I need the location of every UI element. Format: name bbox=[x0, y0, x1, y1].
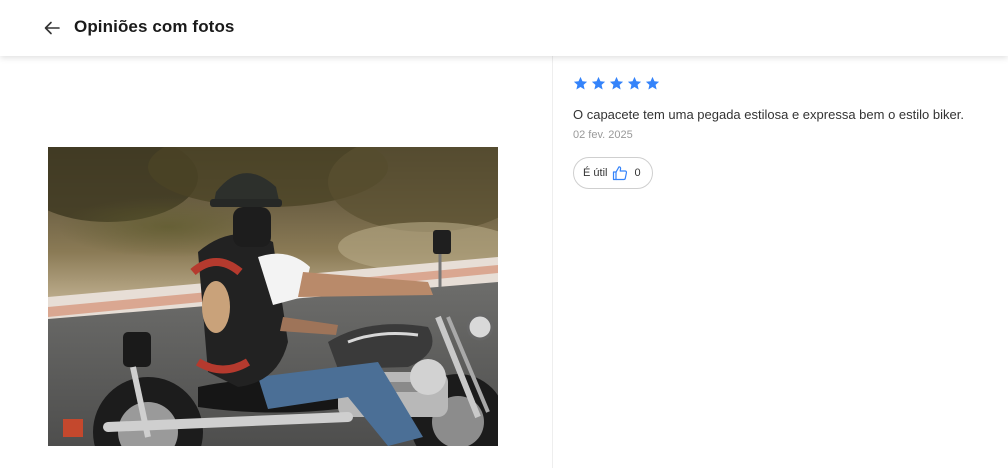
useful-label: É útil bbox=[583, 167, 608, 179]
biker-photo-illustration bbox=[48, 147, 498, 446]
top-bar: Opiniões com fotos bbox=[0, 0, 1008, 56]
useful-button[interactable]: É útil 0 bbox=[573, 157, 653, 189]
star-icon bbox=[609, 76, 624, 90]
star-icon bbox=[573, 76, 588, 90]
star-icon bbox=[627, 76, 642, 90]
thumbs-up-icon bbox=[613, 166, 628, 181]
back-button[interactable] bbox=[40, 16, 64, 40]
review-photo[interactable] bbox=[48, 147, 498, 446]
rating-stars bbox=[573, 76, 660, 91]
pane-divider bbox=[552, 56, 553, 468]
arrow-left-icon bbox=[44, 21, 60, 35]
star-icon bbox=[591, 76, 606, 90]
photo-viewer bbox=[0, 56, 552, 468]
useful-count: 0 bbox=[634, 167, 641, 179]
star-icon bbox=[645, 76, 660, 90]
review-date: 02 fev. 2025 bbox=[573, 129, 633, 141]
review-text: O capacete tem uma pegada estilosa e exp… bbox=[573, 107, 964, 122]
page-title: Opiniões com fotos bbox=[74, 17, 235, 36]
